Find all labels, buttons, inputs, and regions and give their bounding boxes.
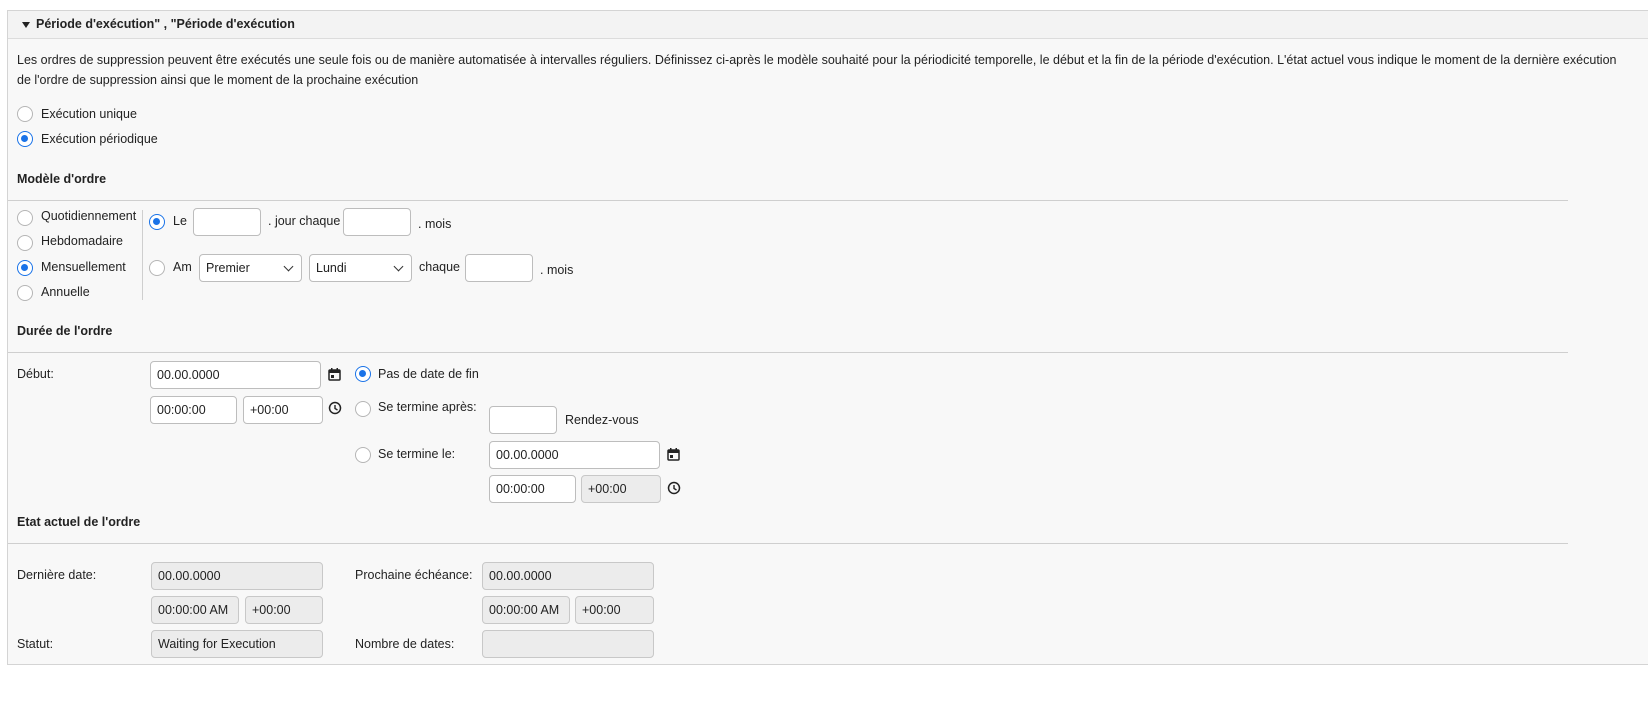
next-due-date-value: 00.00.0000 — [482, 562, 654, 590]
monthly-label: Mensuellement — [41, 260, 126, 274]
model-divider — [8, 200, 1568, 201]
status-divider — [8, 543, 1568, 544]
duration-divider — [8, 352, 1568, 353]
on-weekday-prefix: Am — [173, 260, 192, 274]
dates-count-label: Nombre de dates: — [355, 637, 455, 651]
model-vertical-divider — [142, 210, 143, 300]
yearly-label: Annuelle — [41, 285, 90, 299]
end-date-input[interactable]: 00.00.0000 — [489, 441, 660, 469]
end-time-input[interactable]: 00:00:00 — [489, 475, 576, 503]
last-time-value: 00:00:00 AM — [151, 596, 239, 624]
day-every-label: . jour chaque — [268, 214, 341, 228]
weekday-select-value: Lundi — [316, 261, 347, 275]
execution-period-panel: Période d'exécution" , "Période d'exécut… — [7, 10, 1648, 665]
start-timezone-input[interactable]: +00:00 — [243, 396, 323, 424]
next-due-label: Prochaine échéance: — [355, 568, 473, 582]
duration-section-title: Durée de l'ordre — [17, 324, 113, 338]
start-date-input[interactable]: 00.00.0000 — [150, 361, 321, 389]
month-interval-input-2[interactable] — [465, 254, 533, 282]
day-number-input[interactable] — [193, 208, 261, 236]
ordinal-select-value: Premier — [206, 261, 250, 275]
status-section-title: Etat actuel de l'ordre — [17, 515, 141, 529]
next-due-time-value: 00:00:00 AM — [482, 596, 570, 624]
status-label: Statut: — [17, 637, 54, 651]
no-end-date-label: Pas de date de fin — [378, 367, 479, 381]
weekday-select[interactable]: Lundi — [309, 254, 412, 282]
description-line-2: de l'ordre de suppression ainsi que le m… — [17, 73, 419, 87]
execution-periodic-label: Exécution périodique — [41, 132, 158, 146]
collapse-triangle-icon[interactable] — [22, 22, 30, 28]
every-label: chaque — [419, 260, 461, 274]
appointments-label: Rendez-vous — [565, 413, 639, 427]
ends-after-radio[interactable] — [355, 401, 371, 417]
daily-label: Quotidiennement — [41, 209, 137, 223]
status-value: Waiting for Execution — [151, 630, 323, 658]
on-day-radio[interactable] — [149, 214, 165, 230]
dates-count-value — [482, 630, 654, 658]
month-suffix-1: . mois — [418, 217, 452, 231]
calendar-icon[interactable] — [328, 368, 341, 381]
weekly-radio[interactable] — [17, 235, 33, 251]
panel-header[interactable]: Période d'exécution" , "Période d'exécut… — [8, 11, 1648, 39]
on-weekday-radio[interactable] — [149, 260, 165, 276]
calendar-icon[interactable] — [667, 448, 680, 461]
chevron-down-icon — [283, 261, 294, 272]
clock-icon[interactable] — [328, 401, 342, 415]
execution-unique-radio[interactable] — [17, 106, 33, 122]
ordinal-select[interactable]: Premier — [199, 254, 302, 282]
end-timezone-input: +00:00 — [581, 475, 661, 503]
panel-title: Période d'exécution" , "Période d'exécut… — [36, 17, 295, 31]
on-day-prefix: Le — [173, 214, 187, 228]
model-section-title: Modèle d'ordre — [17, 172, 107, 186]
description-line-1: Les ordres de suppression peuvent être e… — [17, 53, 1617, 67]
execution-periodic-radio[interactable] — [17, 131, 33, 147]
no-end-date-radio[interactable] — [355, 366, 371, 382]
month-interval-input-1[interactable] — [343, 208, 411, 236]
ends-after-label: Se termine après: — [378, 400, 477, 414]
monthly-radio[interactable] — [17, 260, 33, 276]
chevron-down-icon — [393, 261, 404, 272]
start-label: Début: — [17, 367, 54, 381]
start-time-input[interactable]: 00:00:00 — [150, 396, 237, 424]
last-date-value: 00.00.0000 — [151, 562, 323, 590]
ends-after-count-input[interactable] — [489, 406, 557, 434]
execution-unique-label: Exécution unique — [41, 107, 137, 121]
month-suffix-2: . mois — [540, 263, 574, 277]
last-date-label: Dernière date: — [17, 568, 97, 582]
ends-on-label: Se termine le: — [378, 447, 456, 461]
daily-radio[interactable] — [17, 210, 33, 226]
next-due-timezone-value: +00:00 — [575, 596, 654, 624]
weekly-label: Hebdomadaire — [41, 234, 123, 248]
ends-on-radio[interactable] — [355, 447, 371, 463]
yearly-radio[interactable] — [17, 285, 33, 301]
last-timezone-value: +00:00 — [245, 596, 323, 624]
clock-icon[interactable] — [667, 481, 681, 495]
